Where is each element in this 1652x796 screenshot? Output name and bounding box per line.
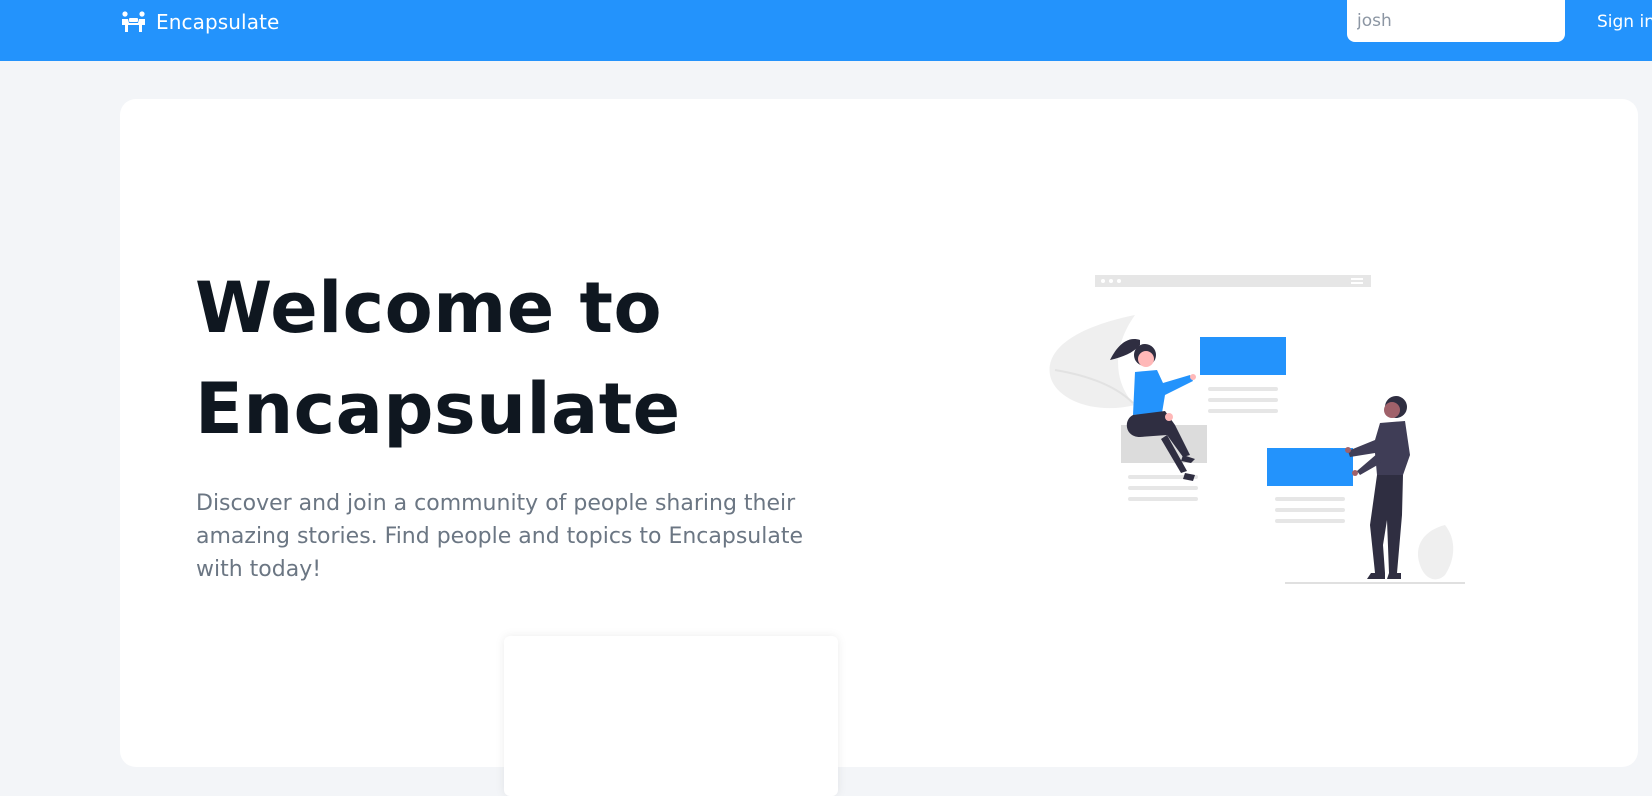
hero-title: Welcome to Encapsulate: [195, 267, 681, 450]
hero-subtitle: Discover and join a community of people …: [196, 491, 803, 582]
top-navbar: Encapsulate Sign in: [0, 0, 1652, 61]
brand-name: Encapsulate: [156, 10, 280, 34]
brand-link[interactable]: Encapsulate: [120, 8, 279, 36]
search-input[interactable]: [1347, 0, 1565, 42]
community-illustration: [1049, 275, 1465, 584]
people-group-icon: [122, 11, 145, 32]
floating-card: [504, 636, 838, 796]
sign-in-link[interactable]: Sign in: [1597, 12, 1652, 32]
